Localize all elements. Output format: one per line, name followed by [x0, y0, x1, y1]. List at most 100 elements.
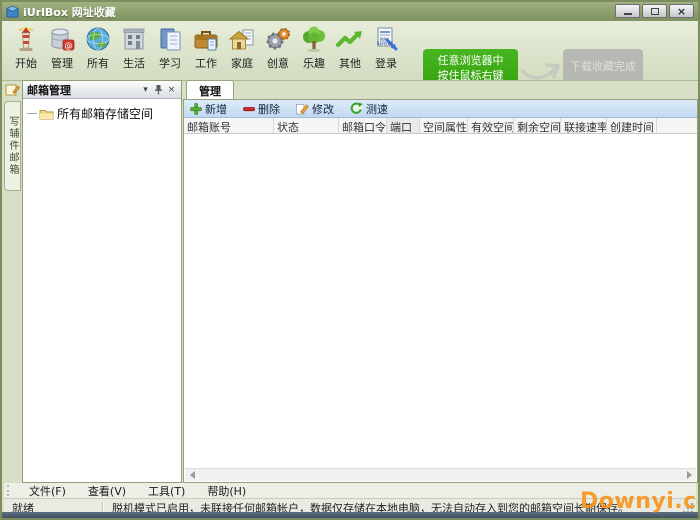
close-button[interactable]: ×	[669, 4, 694, 18]
remove-icon	[243, 103, 255, 115]
scroll-left-button[interactable]	[185, 469, 199, 481]
table-body[interactable]	[185, 152, 696, 468]
add-button[interactable]: 新增	[190, 101, 227, 117]
tree-branch-line	[27, 113, 37, 114]
edit-icon	[296, 103, 309, 115]
column-header-port[interactable]: 端口	[387, 118, 420, 133]
briefcase-icon	[191, 24, 221, 54]
column-header-free-space[interactable]: 剩余空间	[514, 118, 561, 133]
promo-step1-banner: 任意浏览器中 按住鼠标右键 1	[423, 49, 518, 81]
tree-icon	[299, 24, 329, 54]
maximize-button[interactable]	[642, 4, 667, 18]
toolbar-item-work[interactable]: 工作	[188, 24, 224, 76]
toolbar-item-family[interactable]: 家庭	[224, 24, 260, 76]
minimize-button[interactable]	[615, 4, 640, 18]
add-icon	[190, 103, 202, 115]
svg-text:@: @	[65, 41, 73, 50]
speed-test-button[interactable]: 测速	[350, 101, 388, 117]
main-panel: 管理 新增 删除	[183, 80, 698, 483]
database-icon: @	[47, 24, 77, 54]
globe-icon	[83, 24, 113, 54]
menu-grip-handle[interactable]	[7, 485, 12, 496]
promo-arrow-icon	[520, 57, 562, 81]
panel-pin-button[interactable]	[152, 83, 165, 96]
tab-label: 管理	[199, 83, 221, 99]
column-header-link-speed[interactable]: 联接速率	[561, 118, 607, 133]
close-icon: ×	[677, 6, 686, 17]
side-tab-label: 写辅件邮箱	[5, 116, 20, 176]
delete-button[interactable]: 删除	[243, 101, 280, 117]
column-header-valid-space[interactable]: 有效空间	[468, 118, 514, 133]
column-header-password[interactable]: 邮箱口令	[339, 118, 387, 133]
toolbar-item-label: 工作	[195, 55, 217, 71]
mail-server-icon: MAIL SERVER	[371, 24, 401, 54]
tab-bar: 管理	[183, 80, 698, 99]
add-button-label: 新增	[205, 101, 227, 117]
toolbar-item-other[interactable]: 其他	[332, 24, 368, 76]
mailbox-panel: 邮箱管理 ▾ × 所有邮箱存储空间	[22, 80, 182, 483]
tree-item-label: 所有邮箱存储空间	[57, 105, 153, 122]
toolbar-item-label: 家庭	[231, 55, 253, 71]
toolbar-item-manage[interactable]: @ 管理	[44, 24, 80, 76]
toolbar-item-study[interactable]: 学习	[152, 24, 188, 76]
delete-button-label: 删除	[258, 101, 280, 117]
app-logo-icon	[6, 5, 19, 18]
toolbar-item-login[interactable]: MAIL SERVER 登录	[368, 24, 404, 76]
toolbar-item-fun[interactable]: 乐趣	[296, 24, 332, 76]
action-toolbar: 新增 删除 修改	[184, 100, 697, 118]
lighthouse-icon	[11, 24, 41, 54]
horizontal-scrollbar[interactable]	[185, 468, 696, 481]
toolbar-item-label: 乐趣	[303, 55, 325, 71]
books-icon	[155, 24, 185, 54]
promo-step2-text: 下载收藏完成	[563, 58, 643, 74]
menu-file[interactable]: 文件(F)	[18, 483, 77, 499]
note-icon[interactable]	[5, 83, 20, 97]
maximize-icon	[651, 8, 659, 15]
column-header-filler	[657, 118, 697, 133]
pin-icon	[154, 84, 163, 95]
tab-manage[interactable]: 管理	[186, 80, 234, 100]
menu-view[interactable]: 查看(V)	[77, 483, 137, 499]
mailbox-panel-header: 邮箱管理 ▾ ×	[23, 81, 181, 99]
toolbar-item-life[interactable]: 生活	[116, 24, 152, 76]
manage-panel: 新增 删除 修改	[183, 99, 698, 483]
scroll-right-button[interactable]	[682, 469, 696, 481]
toolbar-item-all[interactable]: 所有	[80, 24, 116, 76]
toolbar-item-label: 管理	[51, 55, 73, 71]
toolbar-item-label: 创意	[267, 55, 289, 71]
toolbar-item-label: 开始	[15, 55, 37, 71]
menu-help[interactable]: 帮助(H)	[196, 483, 257, 499]
toolbar-item-idea[interactable]: 创意	[260, 24, 296, 76]
menu-tools[interactable]: 工具(T)	[137, 483, 196, 499]
arrow-right-icon	[687, 471, 692, 479]
folder-icon	[39, 108, 54, 120]
app-window: iUrlBox 网址收藏 × 开始	[0, 0, 700, 520]
column-header-created[interactable]: 创建时间	[607, 118, 657, 133]
arrow-left-icon	[190, 471, 195, 479]
toolbar-item-label: 其他	[339, 55, 361, 71]
panel-close-button[interactable]: ×	[165, 83, 178, 96]
tree-item-all-mailboxes[interactable]: 所有邮箱存储空间	[27, 105, 181, 122]
column-header-status[interactable]: 状态	[274, 118, 339, 133]
title-bar: iUrlBox 网址收藏 ×	[2, 2, 698, 21]
home-document-icon	[227, 24, 257, 54]
gears-icon	[263, 24, 293, 54]
main-toolbar: 开始 @ 管理 所有	[2, 21, 698, 81]
promo-step1-line1: 任意浏览器中	[423, 53, 518, 68]
speed-test-button-label: 测速	[366, 101, 388, 117]
chevron-down-icon: ▾	[143, 85, 148, 95]
toolbar-item-start[interactable]: 开始	[8, 24, 44, 76]
column-header-space-attr[interactable]: 空间属性	[420, 118, 468, 133]
promo-step2-banner: 下载收藏完成 2	[563, 49, 643, 81]
close-icon: ×	[168, 85, 176, 95]
edit-button-label: 修改	[312, 101, 334, 117]
edit-button[interactable]: 修改	[296, 101, 334, 117]
speed-test-icon	[350, 102, 363, 115]
toolbar-item-label: 所有	[87, 55, 109, 71]
panel-title: 邮箱管理	[27, 82, 139, 98]
panel-dropdown-button[interactable]: ▾	[139, 83, 152, 96]
side-tab-mailbox[interactable]: 写辅件邮箱	[4, 101, 21, 191]
window-title: iUrlBox 网址收藏	[23, 4, 116, 20]
column-header-account[interactable]: 邮箱账号	[184, 118, 274, 133]
toolbar-item-label: 登录	[375, 55, 397, 71]
